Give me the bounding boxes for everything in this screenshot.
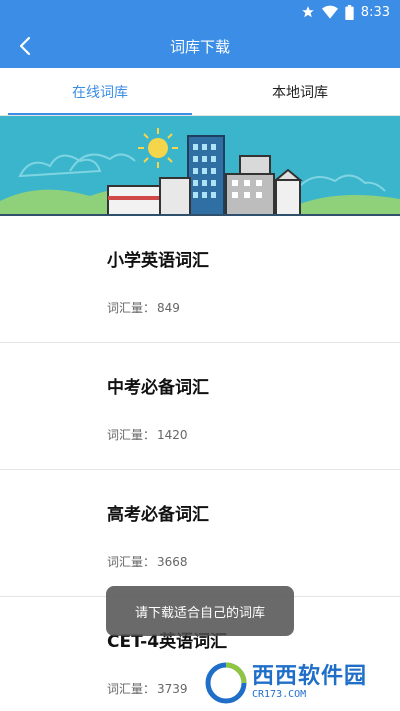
library-word-count: 词汇量： 1420: [107, 426, 188, 443]
tab-bar: 在线词库 本地词库: [0, 68, 400, 116]
star-icon: [301, 6, 314, 18]
site-watermark: 西西软件园 CR173.COM: [204, 661, 382, 705]
library-title: 中考必备词汇: [107, 378, 209, 398]
city-banner-illustration: [0, 116, 400, 216]
toast-message: 请下载适合自己的词库: [106, 586, 294, 636]
list-item[interactable]: 小学英语词汇 词汇量： 849: [0, 216, 400, 343]
library-title: 高考必备词汇: [107, 505, 209, 525]
word-count-value: 849: [157, 301, 180, 315]
word-count-label: 词汇量：: [107, 301, 156, 315]
word-count-label: 词汇量：: [107, 428, 156, 442]
sun-icon: [138, 128, 178, 168]
word-count-label: 词汇量：: [107, 682, 156, 696]
library-title: 小学英语词汇: [107, 251, 209, 271]
wifi-icon: [321, 5, 338, 19]
word-count-label: 词汇量：: [107, 555, 156, 569]
watermark-logo-icon: [205, 662, 247, 704]
page-title: 词库下载: [169, 37, 230, 56]
tab-local-library[interactable]: 本地词库: [200, 68, 400, 115]
list-item[interactable]: 中考必备词汇 词汇量： 1420: [0, 343, 400, 470]
chevron-left-icon: [19, 36, 31, 56]
status-time: 8:33: [360, 4, 390, 20]
word-count-value: 3739: [157, 682, 188, 696]
app-header: 词库下载: [0, 24, 400, 68]
word-count-value: 1420: [157, 428, 188, 442]
library-word-count: 词汇量： 3668: [107, 553, 188, 570]
word-library-list: 小学英语词汇 词汇量： 849 中考必备词汇 词汇量： 1420 高考必备词汇 词汇…: [0, 216, 400, 711]
battery-icon: [345, 4, 354, 20]
tab-online-library[interactable]: 在线词库: [0, 68, 200, 115]
status-bar: 8:33: [0, 0, 400, 24]
list-item[interactable]: 高考必备词汇 词汇量： 3668: [0, 470, 400, 597]
watermark-site: CR173.COM: [252, 689, 307, 700]
back-button[interactable]: [18, 34, 44, 58]
library-word-count: 词汇量： 849: [107, 299, 180, 316]
word-count-value: 3668: [157, 555, 188, 569]
watermark-name: 西西软件园: [252, 664, 368, 689]
library-word-count: 词汇量： 3739: [107, 680, 188, 697]
